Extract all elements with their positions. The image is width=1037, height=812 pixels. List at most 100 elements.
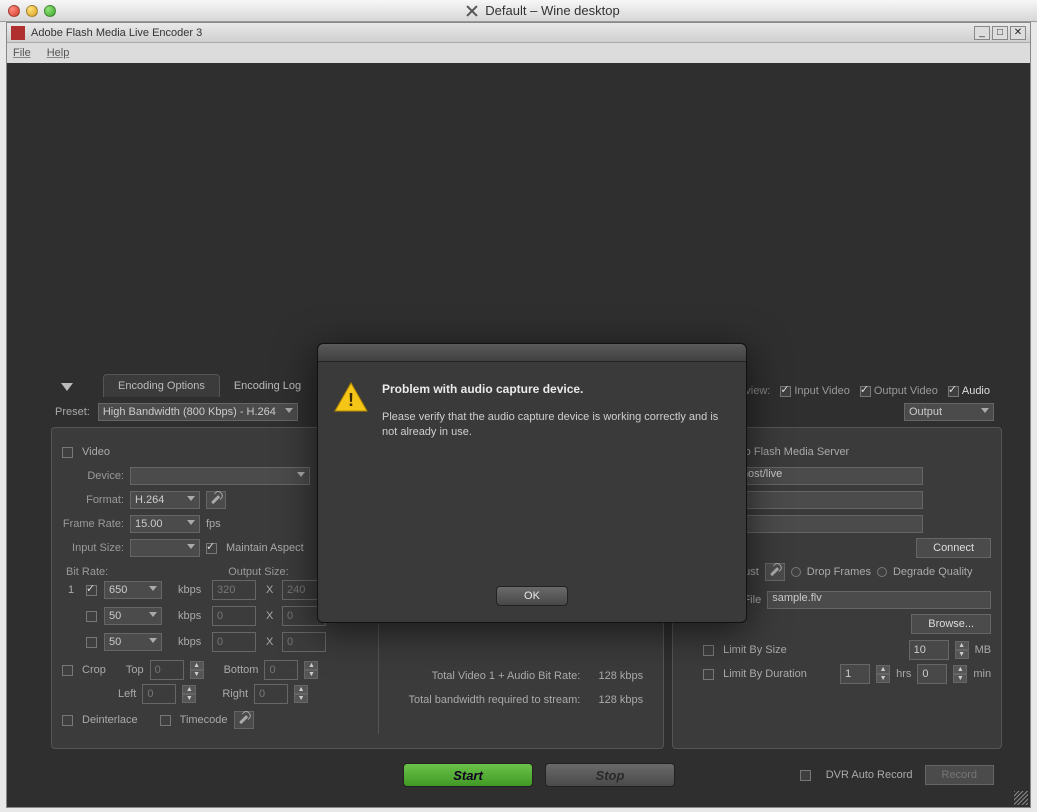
warning-icon: !	[334, 382, 368, 412]
wrench-icon	[236, 713, 250, 727]
svg-text:!: !	[348, 390, 354, 410]
output-select[interactable]: Output	[904, 403, 994, 421]
outputsize-3-h[interactable]: 0	[282, 632, 326, 652]
total-bandwidth-value: 128 kbps	[598, 694, 643, 706]
minimize-window-button[interactable]	[26, 5, 38, 17]
radio-degrade-quality[interactable]	[877, 567, 887, 577]
checkbox-output-video[interactable]	[860, 386, 871, 397]
filename-input[interactable]: sample.flv	[767, 591, 991, 609]
bitrate-1-value: 650	[109, 584, 127, 596]
crop-left-input[interactable]: 0	[142, 684, 176, 704]
crop-bottom-spinner[interactable]: ▲▼	[304, 661, 318, 679]
outputsize-1-w[interactable]: 320	[212, 580, 256, 600]
bitrate-3-value: 50	[109, 636, 121, 648]
close-window-button[interactable]	[8, 5, 20, 17]
limit-min-spinner[interactable]: ▲▼	[953, 665, 967, 683]
app-icon	[11, 26, 25, 40]
checkbox-limit-duration[interactable]	[703, 669, 714, 680]
checkbox-limit-size[interactable]	[703, 645, 714, 656]
label-output-video: Output Video	[874, 385, 938, 397]
checkbox-deinterlace[interactable]	[62, 715, 73, 726]
checkbox-dvr-auto-record[interactable]	[800, 770, 811, 781]
mac-titlebar: Default – Wine desktop	[0, 0, 1037, 22]
menu-file[interactable]: File	[13, 47, 31, 59]
maintain-aspect-label: Maintain Aspect	[226, 542, 304, 554]
browse-button[interactable]: Browse...	[911, 614, 991, 634]
inputsize-select[interactable]	[130, 539, 200, 557]
device-select[interactable]	[130, 467, 310, 485]
fps-label: fps	[206, 518, 221, 530]
minimize-button[interactable]: _	[974, 26, 990, 40]
dialog-message: Please verify that the audio capture dev…	[382, 410, 730, 441]
format-select[interactable]: H.264	[130, 491, 200, 509]
stream-index-1: 1	[68, 584, 82, 596]
checkbox-timecode[interactable]	[160, 715, 171, 726]
limit-hours-input[interactable]: 1	[840, 664, 870, 684]
crop-bottom-input[interactable]: 0	[264, 660, 298, 680]
crop-top-input[interactable]: 0	[150, 660, 184, 680]
tab-encoding-options[interactable]: Encoding Options	[103, 374, 220, 397]
limit-hours-spinner[interactable]: ▲▼	[876, 665, 890, 683]
crop-left-spinner[interactable]: ▲▼	[182, 685, 196, 703]
kbps-label: kbps	[178, 584, 208, 596]
checkbox-bitrate-1[interactable]	[86, 585, 97, 596]
hrs-label: hrs	[896, 668, 911, 680]
resize-grip[interactable]	[1014, 791, 1028, 805]
app-title: Adobe Flash Media Live Encoder 3	[31, 27, 202, 39]
video-section-label: Video	[82, 446, 110, 458]
framerate-select[interactable]: 15.00	[130, 515, 200, 533]
auto-adjust-settings-button[interactable]	[765, 563, 785, 581]
limit-min-input[interactable]: 0	[917, 664, 947, 684]
outputsize-header: Output Size:	[228, 566, 289, 578]
outputsize-2-w[interactable]: 0	[212, 606, 256, 626]
checkbox-input-video[interactable]	[780, 386, 791, 397]
preset-select[interactable]: High Bandwidth (800 Kbps) - H.264	[98, 403, 298, 421]
format-settings-button[interactable]	[206, 491, 226, 509]
total-bitrate-value: 128 kbps	[598, 670, 643, 682]
close-button[interactable]: ✕	[1010, 26, 1026, 40]
limit-size-spinner[interactable]: ▲▼	[955, 641, 969, 659]
video-preview-area	[7, 71, 1030, 371]
total-bitrate-label: Total Video 1 + Audio Bit Rate:	[432, 670, 581, 682]
crop-right-spinner[interactable]: ▲▼	[294, 685, 308, 703]
x-label: X	[266, 610, 278, 622]
x11-icon	[465, 4, 479, 18]
error-dialog: ! Problem with audio capture device. Ple…	[317, 343, 747, 623]
window-title: Default – Wine desktop	[485, 3, 619, 18]
output-select-value: Output	[909, 406, 942, 418]
crop-top-spinner[interactable]: ▲▼	[190, 661, 204, 679]
stop-button[interactable]: Stop	[545, 763, 675, 787]
crop-right-input[interactable]: 0	[254, 684, 288, 704]
maximize-button[interactable]: □	[992, 26, 1008, 40]
tab-encoding-log[interactable]: Encoding Log	[220, 375, 315, 397]
bitrate-1-select[interactable]: 650	[104, 581, 162, 599]
ok-button[interactable]: OK	[496, 586, 568, 606]
checkbox-crop[interactable]	[62, 665, 73, 676]
bitrate-3-select[interactable]: 50	[104, 633, 162, 651]
kbps-label: kbps	[178, 610, 208, 622]
menu-help[interactable]: Help	[47, 47, 70, 59]
limit-size-input[interactable]: 10	[909, 640, 949, 660]
kbps-label: kbps	[178, 636, 208, 648]
zoom-window-button[interactable]	[44, 5, 56, 17]
wine-window: Adobe Flash Media Live Encoder 3 _ □ ✕ F…	[6, 22, 1031, 808]
dialog-title: Problem with audio capture device.	[382, 382, 730, 396]
crop-right-label: Right	[222, 688, 248, 700]
checkbox-maintain-aspect[interactable]	[206, 543, 217, 554]
bitrate-2-select[interactable]: 50	[104, 607, 162, 625]
framerate-value: 15.00	[135, 518, 163, 530]
checkbox-video[interactable]	[62, 447, 73, 458]
radio-drop-frames[interactable]	[791, 567, 801, 577]
bitrate-header: Bit Rate:	[66, 566, 108, 578]
timecode-settings-button[interactable]	[234, 711, 254, 729]
checkbox-bitrate-2[interactable]	[86, 611, 97, 622]
total-bandwidth-label: Total bandwidth required to stream:	[409, 694, 581, 706]
outputsize-3-w[interactable]: 0	[212, 632, 256, 652]
record-button[interactable]: Record	[925, 765, 994, 785]
checkbox-bitrate-3[interactable]	[86, 637, 97, 648]
timecode-label: Timecode	[180, 714, 228, 726]
checkbox-audio[interactable]	[948, 386, 959, 397]
start-button[interactable]: Start	[403, 763, 533, 787]
collapse-icon[interactable]	[61, 383, 73, 391]
connect-button[interactable]: Connect	[916, 538, 991, 558]
